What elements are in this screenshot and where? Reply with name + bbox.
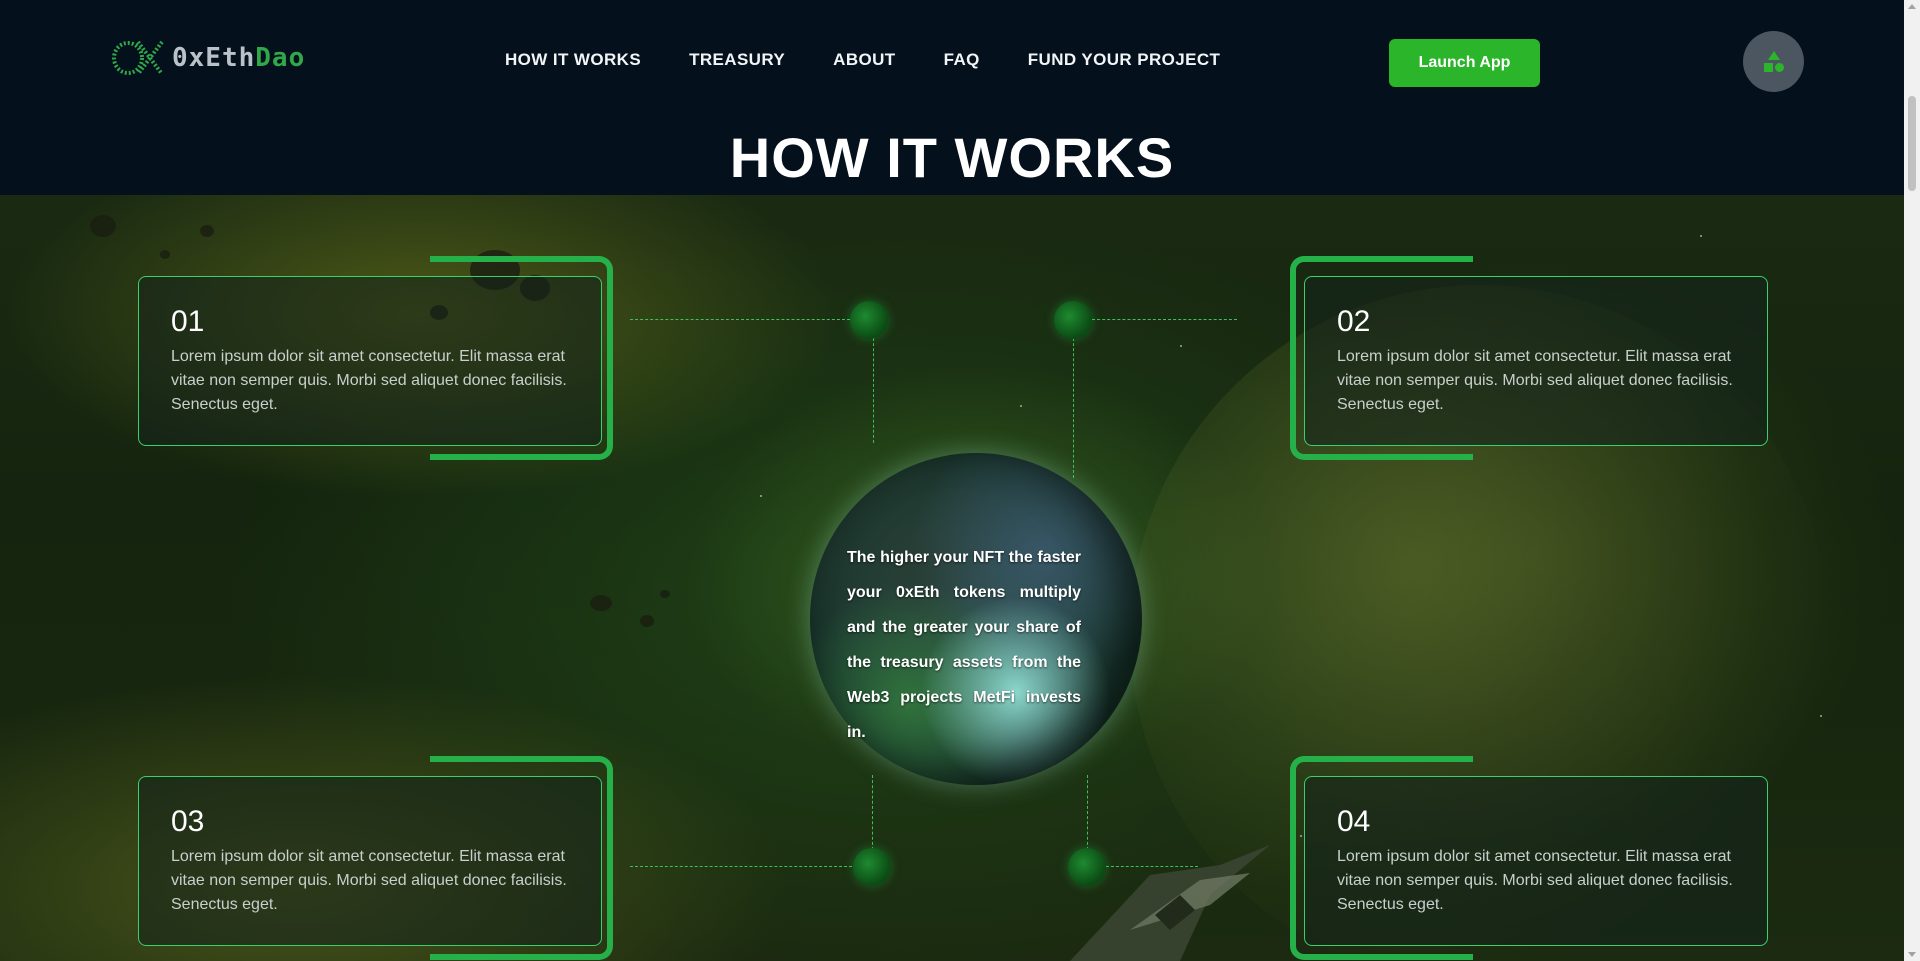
- asteroid: [640, 615, 654, 627]
- connector-line: [1073, 338, 1074, 478]
- connector-line: [872, 775, 873, 850]
- asteroid: [590, 595, 612, 611]
- scroll-thumb[interactable]: [1908, 96, 1916, 191]
- asteroid: [90, 215, 116, 237]
- step-number: 03: [171, 805, 205, 838]
- connector-line: [630, 319, 850, 320]
- step-number: 02: [1337, 305, 1371, 338]
- logo-text-prefix: 0xEth: [172, 43, 256, 73]
- spaceship-image: [1070, 845, 1270, 961]
- step-card-02: 02 Lorem ipsum dolor sit amet consectetu…: [1304, 260, 1784, 470]
- account-button[interactable]: [1743, 31, 1804, 92]
- star: [1020, 405, 1022, 407]
- main-nav: HOW IT WORKS TREASURY ABOUT FAQ FUND YOU…: [505, 50, 1220, 70]
- step-card-01: 01 Lorem ipsum dolor sit amet consectetu…: [138, 260, 618, 470]
- step-card: 01 Lorem ipsum dolor sit amet consectetu…: [138, 276, 602, 446]
- asteroid: [200, 225, 214, 237]
- logo-text-suffix: Dao: [255, 43, 306, 73]
- nav-fund-your-project[interactable]: FUND YOUR PROJECT: [1028, 50, 1221, 70]
- connector-node: [1054, 301, 1092, 339]
- step-description: Lorem ipsum dolor sit amet consectetur. …: [171, 848, 567, 913]
- asteroid: [660, 590, 670, 598]
- nav-how-it-works[interactable]: HOW IT WORKS: [505, 50, 641, 70]
- step-description: Lorem ipsum dolor sit amet consectetur. …: [171, 348, 567, 413]
- step-number: 01: [171, 305, 205, 338]
- shapes-icon: [1763, 50, 1784, 72]
- scroll-up-arrow-icon[interactable]: [1908, 4, 1916, 9]
- asteroid: [160, 250, 170, 259]
- star: [1820, 715, 1822, 717]
- step-description: Lorem ipsum dolor sit amet consectetur. …: [1337, 348, 1733, 413]
- page-scrollbar[interactable]: [1904, 0, 1920, 961]
- step-card: 02 Lorem ipsum dolor sit amet consectetu…: [1304, 276, 1768, 446]
- star: [1700, 235, 1702, 237]
- step-card-04: 04 Lorem ipsum dolor sit amet consectetu…: [1304, 760, 1784, 961]
- step-card: 04 Lorem ipsum dolor sit amet consectetu…: [1304, 776, 1768, 946]
- step-card: 03 Lorem ipsum dolor sit amet consectetu…: [138, 776, 602, 946]
- logo-mark-icon: [112, 40, 164, 76]
- step-card-03: 03 Lorem ipsum dolor sit amet consectetu…: [138, 760, 618, 961]
- center-description: The higher your NFT the faster your 0xEt…: [847, 549, 1081, 741]
- nav-about[interactable]: ABOUT: [833, 50, 895, 70]
- nav-treasury[interactable]: TREASURY: [689, 50, 785, 70]
- step-description: Lorem ipsum dolor sit amet consectetur. …: [1337, 848, 1733, 913]
- site-logo[interactable]: 0xEthDao: [110, 38, 305, 78]
- logo-text: 0xEthDao: [172, 43, 305, 73]
- scroll-down-arrow-icon[interactable]: [1908, 952, 1916, 957]
- section-title: HOW IT WORKS: [729, 126, 1175, 189]
- connector-line: [630, 866, 852, 867]
- connector-line: [873, 338, 874, 443]
- launch-app-button[interactable]: Launch App: [1389, 39, 1540, 87]
- star: [760, 495, 762, 497]
- step-number: 04: [1337, 805, 1371, 838]
- connector-node: [850, 301, 888, 339]
- star: [1180, 345, 1182, 347]
- nav-faq[interactable]: FAQ: [944, 50, 980, 70]
- connector-node: [853, 848, 891, 886]
- connector-line: [1092, 319, 1237, 320]
